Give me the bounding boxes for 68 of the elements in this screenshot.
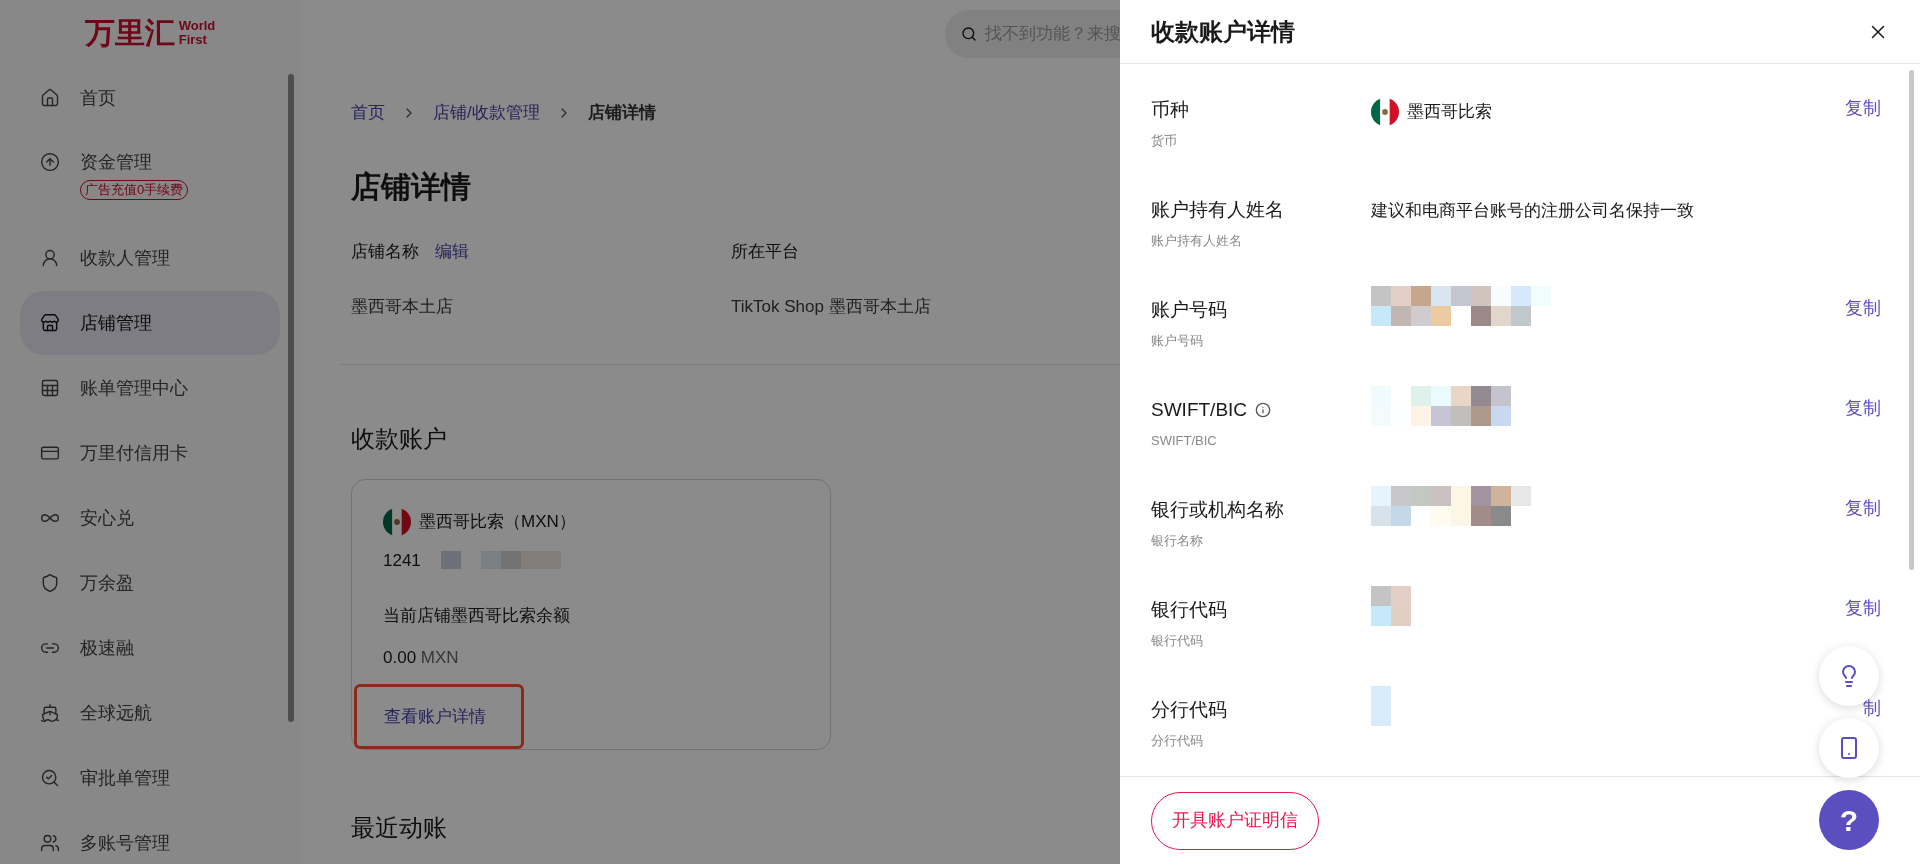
account-number: 1241: [383, 549, 421, 572]
copy-link[interactable]: 复制: [1845, 296, 1881, 320]
row-sublabel: 银行代码: [1151, 631, 1204, 650]
row-label: 银行代码: [1151, 598, 1227, 622]
sidebar-item[interactable]: 全球远航: [20, 681, 280, 745]
help-button[interactable]: ?: [1819, 790, 1879, 850]
copy-link[interactable]: 复制: [1845, 96, 1881, 120]
copy-link[interactable]: 制: [1863, 696, 1881, 720]
row-sublabel: 账户持有人姓名: [1151, 231, 1243, 250]
sidebar-item[interactable]: 万余盈: [20, 551, 280, 615]
sidebar-item[interactable]: 极速融: [20, 616, 280, 680]
sidebar-item[interactable]: 账单管理中心: [20, 356, 280, 420]
menu-icon: [40, 313, 60, 333]
section-title: 收款账户: [351, 423, 448, 454]
currency-name: 墨西哥比索（MXN）: [419, 510, 576, 533]
row-sublabel: 银行名称: [1151, 531, 1204, 550]
row-value: 建议和电商平台账号的注册公司名保持一致: [1371, 201, 1694, 220]
menu-icon: [40, 443, 60, 463]
redacted-mosaic: [1371, 586, 1411, 626]
redacted-mosaic: [1371, 686, 1391, 726]
menu-icon: [40, 378, 60, 398]
row-value: 墨西哥比索: [1407, 101, 1492, 124]
row-sublabel: SWIFT/BIC: [1151, 431, 1218, 450]
menu-icon: [40, 248, 60, 268]
info-icon[interactable]: [1255, 402, 1272, 419]
breadcrumb-link[interactable]: 店铺/收款管理: [433, 100, 540, 126]
copy-link[interactable]: 复制: [1845, 396, 1881, 420]
mexico-flag-icon: [383, 507, 411, 536]
menu-icon: [40, 703, 60, 723]
balance-amount: 0.00 MXN: [383, 646, 460, 669]
sidebar-item[interactable]: 店铺管理: [20, 291, 280, 355]
copy-link[interactable]: 复制: [1845, 496, 1881, 520]
sidebar-item[interactable]: 万里付信用卡: [20, 421, 280, 485]
menu-icon: [40, 833, 60, 853]
row-sublabel: 货币: [1151, 131, 1178, 150]
search-icon: [961, 26, 977, 42]
sidebar-item[interactable]: 收款人管理: [20, 226, 280, 290]
section-title: 最近动账: [351, 812, 448, 843]
sidebar-item[interactable]: 多账号管理: [20, 811, 280, 864]
balance-label: 当前店铺墨西哥比索余额: [383, 605, 571, 627]
copy-link[interactable]: 复制: [1845, 596, 1881, 620]
mexico-flag-icon: [1371, 98, 1399, 126]
row-label: 分行代码: [1151, 698, 1227, 722]
menu-icon: [40, 573, 60, 593]
row-sublabel: 分行代码: [1151, 731, 1204, 750]
menu-icon: [40, 768, 60, 788]
row-label: 账户持有人姓名: [1151, 198, 1284, 222]
mobile-button[interactable]: [1819, 718, 1879, 778]
row-label: 币种: [1151, 98, 1189, 122]
menu-icon: [40, 88, 60, 108]
field-label: 所在平台: [731, 240, 799, 263]
page-title: 店铺详情: [351, 168, 472, 205]
breadcrumb-link[interactable]: 首页: [351, 100, 385, 126]
row-sublabel: 账户号码: [1151, 331, 1204, 350]
row-label: SWIFT/BIC: [1151, 398, 1248, 422]
account-details-link[interactable]: 查看账户详情: [384, 703, 486, 729]
row-label: 银行或机构名称: [1151, 498, 1284, 522]
edit-link[interactable]: 编辑: [435, 238, 469, 264]
sidebar-item[interactable]: 安心兑: [20, 486, 280, 550]
field-value: 墨西哥本土店: [351, 296, 454, 318]
sidebar-item[interactable]: 资金管理 广告充值0手续费: [20, 131, 280, 225]
field-value: TikTok Shop 墨西哥本土店: [731, 296, 932, 318]
sidebar-item[interactable]: 审批单管理: [20, 746, 280, 810]
sidebar-item[interactable]: 首页: [20, 66, 280, 130]
field-label: 店铺名称: [351, 240, 419, 263]
drawer-title: 收款账户详情: [1151, 16, 1295, 47]
row-label: 账户号码: [1151, 298, 1227, 322]
menu-icon: [40, 152, 60, 172]
